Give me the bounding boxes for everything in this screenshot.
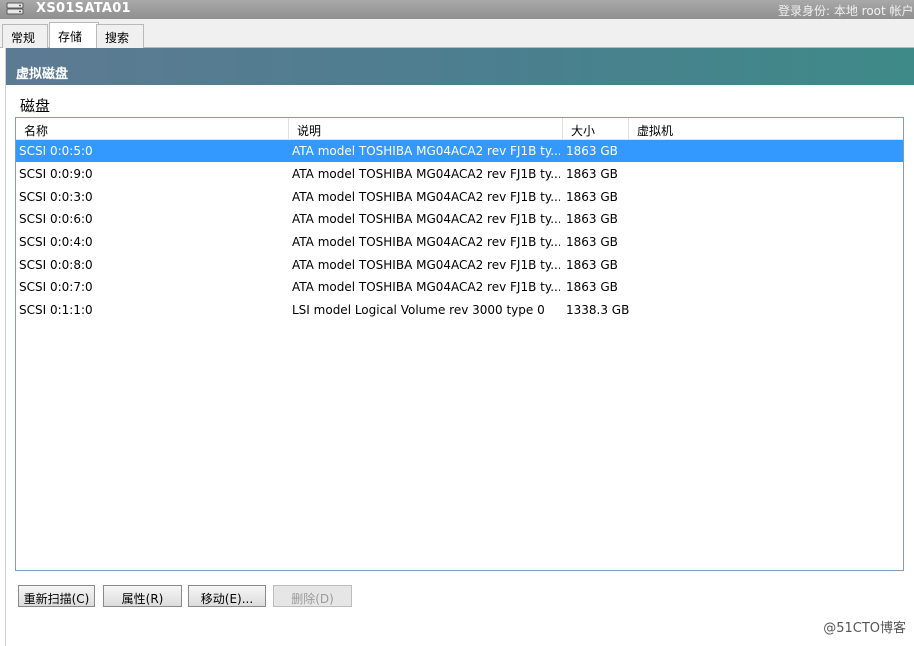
table-row[interactable]: SCSI 0:0:7:0 ATA model TOSHIBA MG04ACA2 … [16, 276, 903, 298]
rescan-button[interactable]: 重新扫描(C) [18, 585, 95, 607]
column-header-name[interactable]: 名称 [16, 118, 289, 140]
row-description: ATA model TOSHIBA MG04ACA2 rev FJ1B ty..… [292, 212, 560, 226]
row-description: ATA model TOSHIBA MG04ACA2 rev FJ1B ty..… [292, 258, 560, 272]
properties-button[interactable]: 属性(R) [103, 585, 182, 607]
server-icon [6, 2, 24, 15]
table-row[interactable]: SCSI 0:0:6:0 ATA model TOSHIBA MG04ACA2 … [16, 208, 903, 230]
table-row[interactable]: SCSI 0:0:8:0 ATA model TOSHIBA MG04ACA2 … [16, 254, 903, 276]
row-size: 1863 GB [566, 280, 618, 294]
row-description: ATA model TOSHIBA MG04ACA2 rev FJ1B ty..… [292, 167, 560, 181]
table-row[interactable]: SCSI 0:1:1:0 LSI model Logical Volume re… [16, 299, 903, 321]
row-name: SCSI 0:0:7:0 [19, 280, 93, 294]
row-size: 1863 GB [566, 144, 618, 158]
row-name: SCSI 0:0:3:0 [19, 190, 93, 204]
column-header-vm[interactable]: 虚拟机 [629, 118, 903, 140]
row-size: 1863 GB [566, 212, 618, 226]
row-description: ATA model TOSHIBA MG04ACA2 rev FJ1B ty..… [292, 280, 560, 294]
row-size: 1863 GB [566, 258, 618, 272]
tab-bar: 常规 存储 搜索 [0, 19, 914, 49]
column-header-description[interactable]: 说明 [289, 118, 563, 140]
watermark: @51CTO博客 [823, 621, 906, 636]
move-button[interactable]: 移动(E)... [188, 585, 266, 607]
table-row[interactable]: SCSI 0:0:4:0 ATA model TOSHIBA MG04ACA2 … [16, 231, 903, 253]
row-description: ATA model TOSHIBA MG04ACA2 rev FJ1B ty..… [292, 235, 560, 249]
column-header-size[interactable]: 大小 [563, 118, 629, 140]
section-header: 虚拟磁盘 [6, 48, 914, 85]
row-size: 1863 GB [566, 235, 618, 249]
table-header: 名称 说明 大小 虚拟机 [16, 118, 903, 140]
row-size: 1338.3 GB [566, 303, 630, 317]
server-name: XS01SATA01 [36, 1, 131, 16]
row-size: 1863 GB [566, 190, 618, 204]
row-name: SCSI 0:0:4:0 [19, 235, 93, 249]
row-name: SCSI 0:0:5:0 [19, 144, 93, 158]
row-size: 1863 GB [566, 167, 618, 181]
row-description: ATA model TOSHIBA MG04ACA2 rev FJ1B ty..… [292, 144, 560, 158]
table-row[interactable]: SCSI 0:0:9:0 ATA model TOSHIBA MG04ACA2 … [16, 163, 903, 185]
table-row[interactable]: SCSI 0:0:5:0 ATA model TOSHIBA MG04ACA2 … [16, 140, 903, 162]
row-description: LSI model Logical Volume rev 3000 type 0 [292, 303, 545, 317]
row-name: SCSI 0:0:6:0 [19, 212, 93, 226]
disk-group-label: 磁盘 [20, 97, 51, 115]
login-info: 登录身份: 本地 root 帐户 [778, 4, 914, 18]
tab-general[interactable]: 常规 [2, 24, 48, 48]
row-name: SCSI 0:0:8:0 [19, 258, 93, 272]
disk-table: 名称 说明 大小 虚拟机 SCSI 0:0:5:0 ATA model TOSH… [15, 117, 904, 571]
delete-button[interactable]: 删除(D) [273, 585, 352, 607]
title-bar: XS01SATA01 登录身份: 本地 root 帐户 [0, 0, 914, 19]
table-row[interactable]: SCSI 0:0:3:0 ATA model TOSHIBA MG04ACA2 … [16, 186, 903, 208]
row-name: SCSI 0:1:1:0 [19, 303, 93, 317]
row-name: SCSI 0:0:9:0 [19, 167, 93, 181]
tab-storage[interactable]: 存储 [49, 22, 99, 49]
tab-search[interactable]: 搜索 [96, 24, 144, 48]
row-description: ATA model TOSHIBA MG04ACA2 rev FJ1B ty..… [292, 190, 560, 204]
